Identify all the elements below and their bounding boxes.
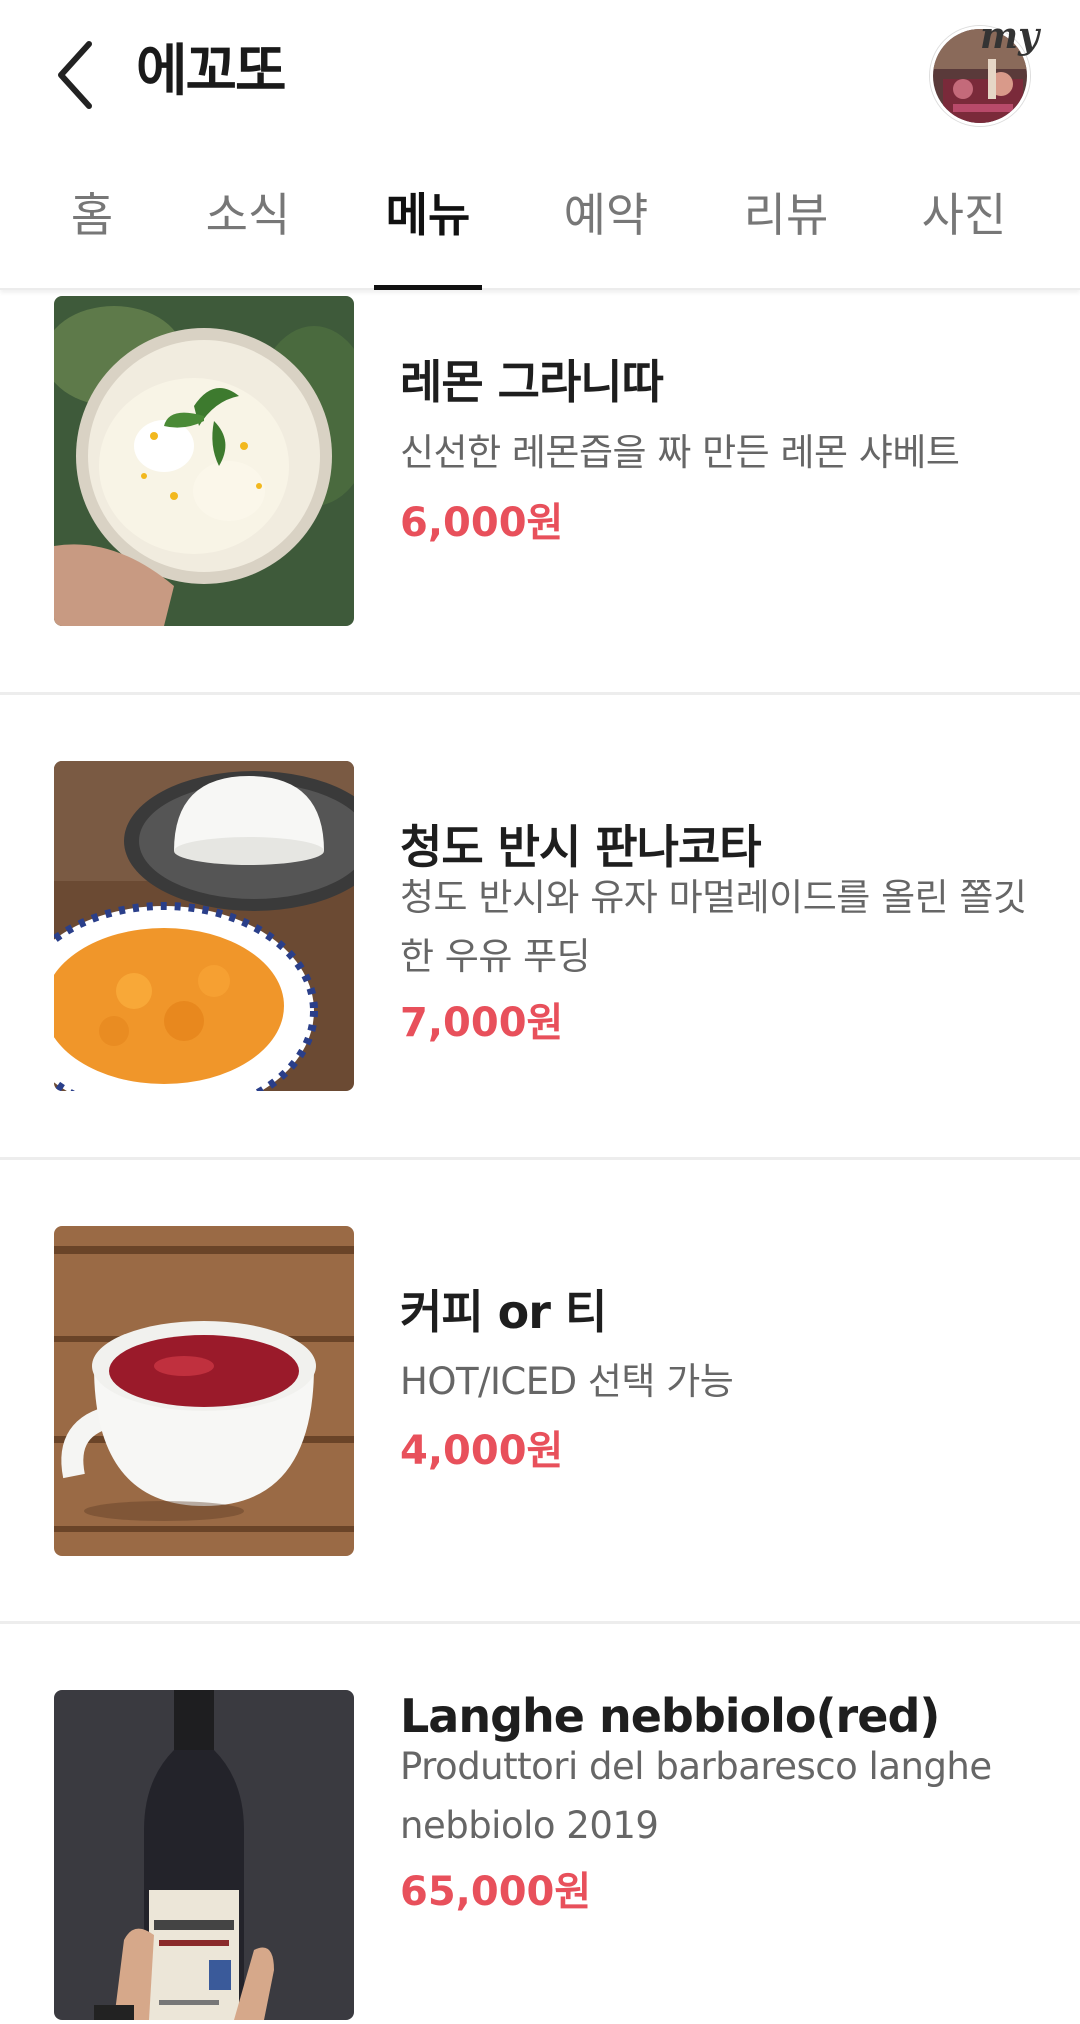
- menu-item-image: [54, 1690, 354, 2020]
- avatar-badge: my: [980, 15, 1040, 57]
- menu-item[interactable]: Langhe nebbiolo(red) Produttori del barb…: [0, 1624, 1080, 2024]
- tab-news[interactable]: 소식: [168, 185, 328, 245]
- tab-menu[interactable]: 메뉴: [348, 185, 508, 245]
- menu-item[interactable]: 청도 반시 판나코타 청도 반시와 유자 마멀레이드를 올린 쫄깃한 우유 푸딩…: [0, 695, 1080, 1157]
- menu-item-price: 4,000원: [400, 1428, 564, 1474]
- menu-item-name: 레몬 그라니따: [400, 355, 664, 409]
- back-button[interactable]: [40, 30, 110, 120]
- menu-item-image: [54, 1226, 354, 1556]
- chevron-left-icon: [58, 41, 92, 109]
- menu-item-price: 7,000원: [400, 1000, 564, 1046]
- page-title: 에꼬또: [136, 39, 287, 104]
- menu-item-price: 6,000원: [400, 500, 564, 546]
- menu-item-image: [54, 761, 354, 1091]
- menu-item-description: 신선한 레몬즙을 짜 만든 레몬 샤베트: [400, 431, 960, 474]
- menu-item-description: HOT/ICED 선택 가능: [400, 1360, 734, 1403]
- active-tab-indicator: [374, 285, 482, 290]
- app-header: 에꼬또 my: [0, 0, 1080, 145]
- menu-item-price: 65,000원: [400, 1869, 592, 1915]
- menu-item-image: [54, 296, 354, 626]
- tab-home[interactable]: 홈: [12, 185, 172, 245]
- menu-item-name: 커피 or 티: [400, 1285, 607, 1339]
- tab-reservation[interactable]: 예약: [526, 185, 686, 245]
- menu-item[interactable]: 레몬 그라니따 신선한 레몬즙을 짜 만든 레몬 샤베트 6,000원: [0, 290, 1080, 694]
- menu-item-description: 청도 반시와 유자 마멀레이드를 올린 쫄깃한 우유 푸딩: [400, 876, 1027, 978]
- menu-item[interactable]: 커피 or 티 HOT/ICED 선택 가능 4,000원: [0, 1160, 1080, 1622]
- menu-item-description: Produttori del barbaresco langhe nebbiol…: [400, 1745, 992, 1847]
- tab-reviews[interactable]: 리뷰: [706, 185, 866, 245]
- tab-bar: 홈 소식 메뉴 예약 리뷰 사진: [0, 145, 1080, 290]
- tab-photos[interactable]: 사진: [884, 185, 1044, 245]
